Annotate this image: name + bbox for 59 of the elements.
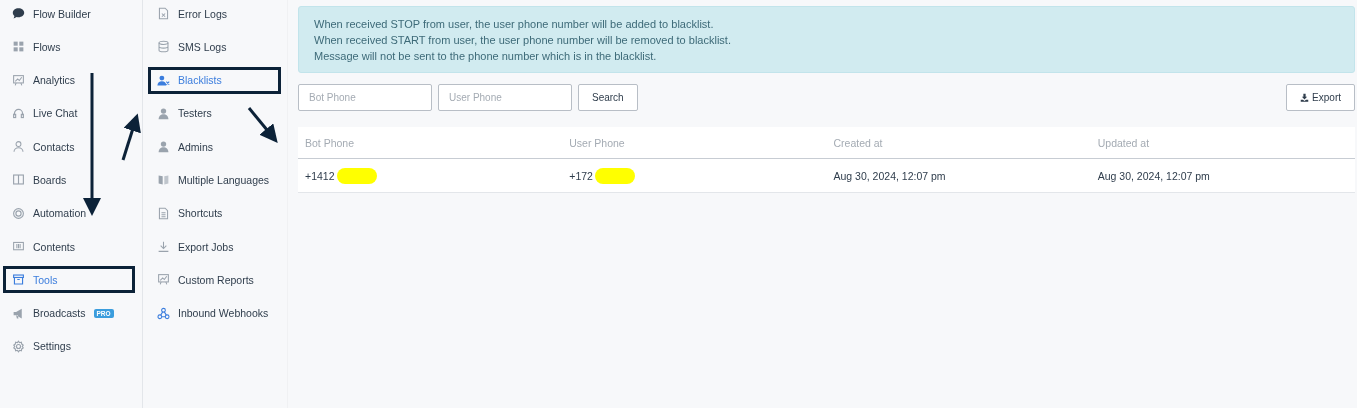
download-icon	[1300, 93, 1310, 102]
nav-item[interactable]: Tools	[3, 266, 135, 294]
nav-item[interactable]: Flow Builder	[3, 0, 135, 27]
nav-item[interactable]: Contents	[3, 233, 135, 261]
submenu-item[interactable]: Custom Reports	[148, 266, 281, 294]
info-text: When received START from user, the user phone number will be removed to blacklist.	[314, 33, 732, 48]
chart-board-icon	[12, 73, 25, 87]
submenu-item[interactable]: Inbound Webhooks	[148, 299, 281, 327]
submenu-item[interactable]: Error Logs	[148, 0, 281, 27]
submenu-item[interactable]: Multiple Languages	[148, 166, 281, 194]
megaphone-icon	[12, 306, 25, 320]
chart-board-icon	[157, 273, 170, 287]
person-icon	[12, 140, 25, 154]
nav-item[interactable]: Automation	[3, 199, 135, 227]
settings-icon	[12, 339, 25, 353]
info-text: Message will not be sent to the phone number which is in the blacklist.	[314, 49, 658, 64]
table-cell: Aug 30, 2024, 12:07 pm	[1097, 169, 1210, 182]
search-button[interactable]: Search	[578, 84, 638, 111]
database-icon	[157, 40, 170, 54]
submenu-item[interactable]: Shortcuts	[148, 199, 281, 227]
nav-item[interactable]: Boards	[3, 166, 135, 194]
nav-item[interactable]: Live Chat	[3, 99, 135, 127]
user-icon	[157, 140, 170, 154]
submenu-item[interactable]: Export Jobs	[148, 233, 281, 261]
annotation-arrow	[247, 107, 278, 143]
column-header: Updated at	[1097, 136, 1150, 149]
book-icon	[157, 173, 170, 187]
table-cell: +172	[569, 169, 593, 182]
nav-item[interactable]: Flows	[3, 33, 135, 61]
nav-item[interactable]: Contacts	[3, 133, 135, 161]
bot-phone-field[interactable]: Bot Phone	[298, 84, 432, 111]
columns-icon	[12, 173, 25, 187]
submenu-item[interactable]: Admins	[148, 133, 281, 161]
submenu-item[interactable]: Testers	[148, 99, 281, 127]
table-cell: Aug 30, 2024, 12:07 pm	[833, 169, 946, 182]
chat-bubble-icon	[12, 7, 25, 20]
grid-icon	[12, 40, 25, 54]
user-phone-field[interactable]: User Phone	[438, 84, 572, 111]
download-icon	[157, 240, 170, 254]
column-header: Created at	[833, 136, 883, 149]
table-cell: +1412	[305, 169, 335, 182]
redaction-mark	[594, 167, 635, 184]
export-button[interactable]: Export	[1286, 84, 1355, 111]
nav-item[interactable]: Analytics	[3, 66, 135, 94]
annotation-arrow	[121, 113, 141, 161]
headset-icon	[12, 106, 25, 120]
user-x-icon	[157, 73, 170, 87]
submenu-item[interactable]: Blacklists	[148, 66, 281, 94]
nav-item[interactable]: Settings	[3, 332, 135, 360]
ring-icon	[12, 206, 25, 220]
column-header: User Phone	[569, 136, 625, 149]
archive-icon	[12, 273, 25, 287]
document-icon	[157, 206, 170, 220]
user-icon	[157, 106, 170, 120]
column-header: Bot Phone	[305, 136, 355, 149]
webhook-icon	[157, 306, 170, 320]
info-text: When received STOP from user, the user phone number will be added to blacklist.	[314, 17, 715, 32]
submenu-item[interactable]: SMS Logs	[148, 33, 281, 61]
document-x-icon	[157, 7, 170, 20]
